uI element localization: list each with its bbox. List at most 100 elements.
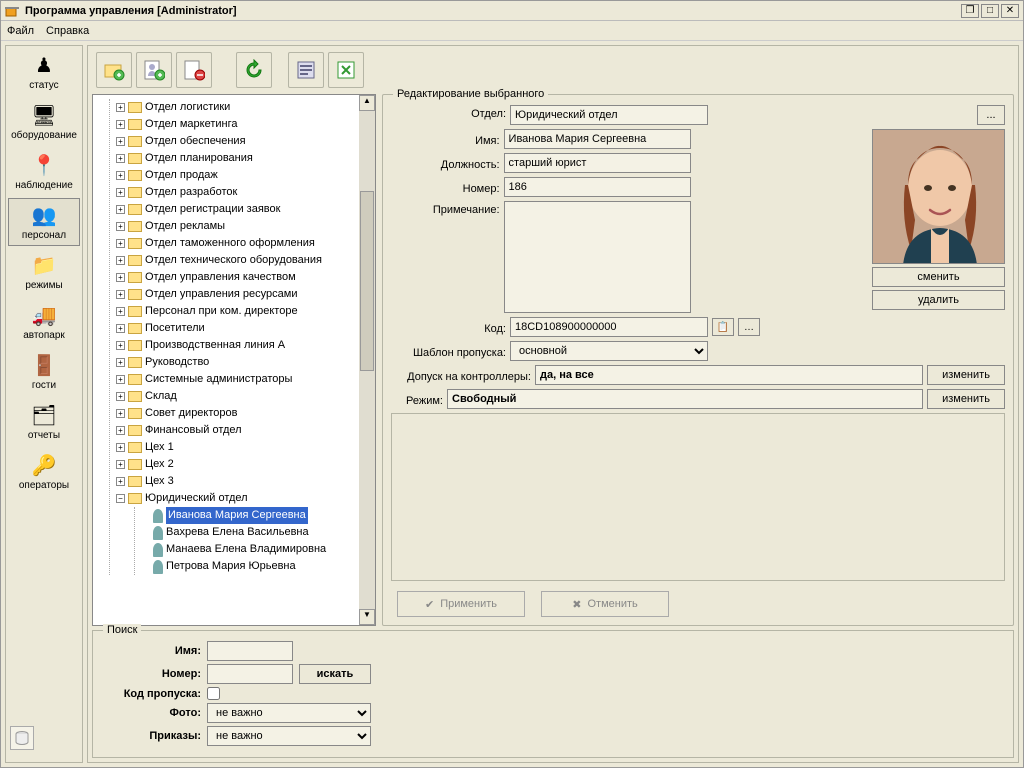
- sidebar-item-status[interactable]: ♟статус: [8, 48, 80, 96]
- expand-icon[interactable]: +: [116, 137, 125, 146]
- change-photo-button[interactable]: сменить: [872, 267, 1005, 287]
- org-tree[interactable]: +Отдел логистики+Отдел маркетинга+Отдел …: [93, 95, 359, 625]
- scroll-thumb[interactable]: [360, 191, 374, 371]
- expand-icon[interactable]: +: [116, 154, 125, 163]
- otdel-field[interactable]: [510, 105, 708, 125]
- expand-icon[interactable]: +: [116, 239, 125, 248]
- search-name-input[interactable]: [207, 641, 293, 661]
- sidebar-item-fleet[interactable]: 🚚автопарк: [8, 298, 80, 346]
- note-field[interactable]: [504, 201, 691, 313]
- sidebar-item-modes[interactable]: 📁режимы: [8, 248, 80, 296]
- expand-icon[interactable]: +: [116, 103, 125, 112]
- template-select[interactable]: основной: [510, 341, 708, 361]
- expand-icon[interactable]: +: [116, 307, 125, 316]
- sidebar-item-personnel[interactable]: 👥персонал: [8, 198, 80, 246]
- tree-dept-node[interactable]: +Посетители: [116, 320, 355, 337]
- scroll-up-icon[interactable]: ▲: [359, 95, 375, 111]
- tree-dept-node[interactable]: +Отдел регистрации заявок: [116, 201, 355, 218]
- sidebar-item-operators[interactable]: 🔑операторы: [8, 448, 80, 496]
- expand-icon[interactable]: +: [116, 392, 125, 401]
- export-excel-button[interactable]: [328, 52, 364, 88]
- expand-icon[interactable]: +: [116, 477, 125, 486]
- tree-dept-node[interactable]: +Отдел таможенного оформления: [116, 235, 355, 252]
- tree-dept-node[interactable]: +Персонал при ком. директоре: [116, 303, 355, 320]
- expand-icon[interactable]: +: [116, 290, 125, 299]
- scroll-down-icon[interactable]: ▼: [359, 609, 375, 625]
- close-icon[interactable]: ✕: [1001, 4, 1019, 18]
- tree-dept-node[interactable]: +Склад: [116, 388, 355, 405]
- sidebar-item-equipment[interactable]: 🖥оборудование: [8, 98, 80, 146]
- dolzh-field[interactable]: [504, 153, 691, 173]
- menu-file[interactable]: Файл: [7, 25, 34, 37]
- expand-icon[interactable]: +: [116, 426, 125, 435]
- add-folder-button[interactable]: [96, 52, 132, 88]
- paste-code-icon[interactable]: 📋: [712, 318, 734, 336]
- refresh-button[interactable]: [236, 52, 272, 88]
- expand-icon[interactable]: +: [116, 205, 125, 214]
- expand-icon[interactable]: +: [116, 375, 125, 384]
- expand-icon[interactable]: +: [116, 222, 125, 231]
- cancel-button[interactable]: ✖ Отменить: [541, 591, 669, 617]
- expand-icon[interactable]: +: [116, 341, 125, 350]
- expand-icon[interactable]: +: [116, 324, 125, 333]
- expand-icon[interactable]: +: [116, 273, 125, 282]
- tree-dept-node[interactable]: +Отдел управления ресурсами: [116, 286, 355, 303]
- tree-dept-node[interactable]: +Отдел продаж: [116, 167, 355, 184]
- collapse-icon[interactable]: −: [116, 494, 125, 503]
- tree-scrollbar[interactable]: ▲ ▼: [359, 95, 375, 625]
- database-icon[interactable]: [10, 726, 34, 750]
- access-change-button[interactable]: изменить: [927, 365, 1005, 385]
- sidebar-item-monitoring[interactable]: 📍наблюдение: [8, 148, 80, 196]
- tree-dept-node[interactable]: +Производственная линия А: [116, 337, 355, 354]
- tree-dept-node[interactable]: +Цех 3: [116, 473, 355, 490]
- add-user-button[interactable]: [136, 52, 172, 88]
- expand-icon[interactable]: +: [116, 171, 125, 180]
- otdel-browse-button[interactable]: ...: [977, 105, 1005, 125]
- restore-icon[interactable]: ❐: [961, 4, 979, 18]
- tree-dept-node[interactable]: +Отдел логистики: [116, 99, 355, 116]
- tree-dept-node[interactable]: −Юридический отдел: [116, 490, 355, 507]
- number-field[interactable]: [504, 177, 691, 197]
- tree-person-node[interactable]: Петрова Мария Юрьевна: [141, 558, 355, 575]
- sidebar-item-reports[interactable]: 🗂отчеты: [8, 398, 80, 446]
- search-button[interactable]: искать: [299, 664, 371, 684]
- expand-icon[interactable]: +: [116, 188, 125, 197]
- expand-icon[interactable]: +: [116, 120, 125, 129]
- tree-dept-node[interactable]: +Цех 2: [116, 456, 355, 473]
- tree-dept-node[interactable]: +Отдел рекламы: [116, 218, 355, 235]
- search-orders-select[interactable]: не важно: [207, 726, 371, 746]
- tree-dept-node[interactable]: +Финансовый отдел: [116, 422, 355, 439]
- expand-icon[interactable]: +: [116, 358, 125, 367]
- menu-help[interactable]: Справка: [46, 25, 89, 37]
- delete-photo-button[interactable]: удалить: [872, 290, 1005, 310]
- tree-person-node[interactable]: Иванова Мария Сергеевна: [141, 507, 355, 524]
- sidebar-item-guests[interactable]: 🚪гости: [8, 348, 80, 396]
- tree-dept-node[interactable]: +Руководство: [116, 354, 355, 371]
- tree-dept-node[interactable]: +Отдел управления качеством: [116, 269, 355, 286]
- tree-dept-node[interactable]: +Совет директоров: [116, 405, 355, 422]
- expand-icon[interactable]: +: [116, 409, 125, 418]
- expand-icon[interactable]: +: [116, 256, 125, 265]
- expand-icon[interactable]: +: [116, 460, 125, 469]
- tree-dept-node[interactable]: +Отдел планирования: [116, 150, 355, 167]
- search-number-input[interactable]: [207, 664, 293, 684]
- code-field[interactable]: [510, 317, 708, 337]
- maximize-icon[interactable]: □: [981, 4, 999, 18]
- tree-dept-node[interactable]: +Отдел разработок: [116, 184, 355, 201]
- expand-icon[interactable]: +: [116, 443, 125, 452]
- tree-dept-node[interactable]: +Отдел технического оборудования: [116, 252, 355, 269]
- tree-person-node[interactable]: Манаева Елена Владимировна: [141, 541, 355, 558]
- tree-person-node[interactable]: Вахрева Елена Васильевна: [141, 524, 355, 541]
- tree-dept-node[interactable]: +Отдел маркетинга: [116, 116, 355, 133]
- search-photo-select[interactable]: не важно: [207, 703, 371, 723]
- mode-change-button[interactable]: изменить: [927, 389, 1005, 409]
- config-button[interactable]: [288, 52, 324, 88]
- tree-dept-node[interactable]: +Цех 1: [116, 439, 355, 456]
- tree-dept-node[interactable]: +Системные администраторы: [116, 371, 355, 388]
- name-field[interactable]: [504, 129, 691, 149]
- apply-button[interactable]: ✔ Применить: [397, 591, 525, 617]
- code-more-icon[interactable]: …: [738, 318, 760, 336]
- tree-dept-node[interactable]: +Отдел обеспечения: [116, 133, 355, 150]
- search-code-checkbox[interactable]: [207, 687, 220, 700]
- delete-button[interactable]: [176, 52, 212, 88]
